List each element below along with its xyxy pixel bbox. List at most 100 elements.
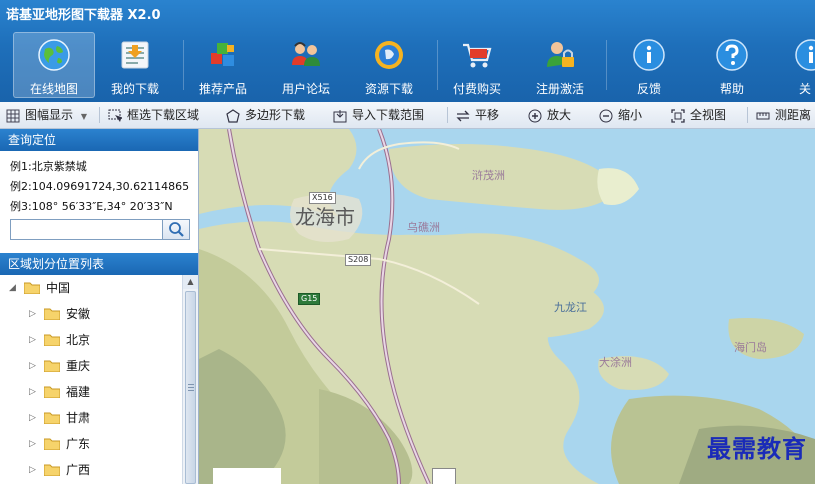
collapse-arrow-icon[interactable]: ▷ xyxy=(29,379,36,405)
nav-resources[interactable]: 资源下载 xyxy=(349,33,429,97)
nav-forum[interactable]: 用户论坛 xyxy=(266,33,346,97)
toolbar-separator xyxy=(747,107,748,123)
layer-display-dropdown[interactable]: 图幅显示 ▼ xyxy=(6,102,87,128)
toolbar-separator xyxy=(99,107,100,123)
map-place-label: 乌礁洲 xyxy=(407,221,440,234)
help-icon xyxy=(716,39,748,71)
polygon-download-button[interactable]: 多边形下载 xyxy=(226,102,305,128)
pan-button[interactable]: 平移 xyxy=(456,102,499,128)
road-shield: S208 xyxy=(345,254,372,266)
tree-node-label: 广西 xyxy=(66,463,91,477)
map-tile-icon xyxy=(432,468,456,484)
tree-node-label: 中国 xyxy=(46,281,71,295)
map-toolbar: 图幅显示 ▼ 框选下载区域 多边形下载 导入下载范围 平移 放大 缩小 全视图 … xyxy=(0,102,815,129)
region-list-header: 区域划分位置列表 xyxy=(0,253,198,275)
nav-label: 推荐产品 xyxy=(198,82,247,96)
tree-node[interactable]: ▷ 福建 xyxy=(0,379,182,405)
measure-label: 测距离 xyxy=(775,108,812,122)
tree-node[interactable]: ▷ 甘肃 xyxy=(0,405,182,431)
folder-icon xyxy=(44,386,60,398)
nav-online-map[interactable]: 在线地图 xyxy=(13,32,95,98)
collapse-arrow-icon[interactable]: ▷ xyxy=(29,301,36,327)
box-select-label: 框选下载区域 xyxy=(127,108,200,122)
folder-icon xyxy=(44,412,60,424)
tree-node-label: 甘肃 xyxy=(66,411,91,425)
nav-label: 关 xyxy=(799,82,812,96)
folder-icon xyxy=(44,438,60,450)
full-view-button[interactable]: 全视图 xyxy=(671,102,726,128)
nav-feedback[interactable]: 反馈 xyxy=(609,33,689,97)
nav-label: 注册激活 xyxy=(535,82,584,96)
ruler-icon xyxy=(756,112,770,119)
query-examples: 例1:北京紫禁城 例2:104.09691724,30.62114865 例3:… xyxy=(0,151,198,217)
grid-icon xyxy=(6,109,20,122)
tree-node-label: 重庆 xyxy=(66,359,91,373)
info-icon xyxy=(795,39,815,71)
map-water-label: 九龙江 xyxy=(554,301,587,314)
tree-node-root[interactable]: ◢ 中国 xyxy=(0,275,182,301)
road-shield: X516 xyxy=(309,192,336,204)
measure-distance-button[interactable]: 测距离 xyxy=(756,102,811,128)
folder-icon xyxy=(24,282,40,294)
tree-node[interactable]: ▷ 北京 xyxy=(0,327,182,353)
tree-node[interactable]: ▷ 重庆 xyxy=(0,353,182,379)
tree-node-label: 安徽 xyxy=(66,307,91,321)
nav-label: 反馈 xyxy=(636,82,661,96)
scroll-thumb[interactable] xyxy=(185,291,196,484)
search-input[interactable] xyxy=(11,220,167,237)
nav-purchase[interactable]: 付费购买 xyxy=(437,33,517,97)
tree-node[interactable]: ▷ 广西 xyxy=(0,457,182,483)
zoom-out-button[interactable]: 缩小 xyxy=(599,102,642,128)
collapse-arrow-icon[interactable]: ▷ xyxy=(29,327,36,353)
import-range-button[interactable]: 导入下载范围 xyxy=(333,102,424,128)
query-header: 查询定位 xyxy=(0,129,198,151)
pan-icon xyxy=(456,110,470,121)
collapse-arrow-icon[interactable]: ▷ xyxy=(29,353,36,379)
scroll-up-arrow-icon[interactable]: ▲ xyxy=(183,275,198,289)
nav-my-downloads[interactable]: 我的下载 xyxy=(95,33,175,97)
nav-close[interactable]: 关 xyxy=(775,33,815,97)
download-list-icon xyxy=(121,41,149,69)
zoom-out-label: 缩小 xyxy=(618,108,643,122)
query-example-1: 例1:北京紫禁城 xyxy=(10,160,87,173)
full-view-icon xyxy=(671,108,685,123)
map-place-label: 海门岛 xyxy=(734,341,767,354)
tree-scrollbar[interactable]: ▲ xyxy=(182,275,198,484)
blocks-icon xyxy=(211,43,234,66)
resource-download-icon xyxy=(375,41,403,69)
nav-label: 我的下载 xyxy=(110,82,159,96)
nav-label: 在线地图 xyxy=(29,82,78,96)
nav-recommended[interactable]: 推荐产品 xyxy=(183,33,263,97)
app-header: 诺基亚地形图下载器 X2.0 在线地图 我的下载 推荐产品 用户论坛 资源下载 … xyxy=(0,0,815,102)
zoom-in-button[interactable]: 放大 xyxy=(528,102,571,128)
query-example-2: 例2:104.09691724,30.62114865 xyxy=(10,180,190,193)
tree-node[interactable]: ▷ 安徽 xyxy=(0,301,182,327)
pan-label: 平移 xyxy=(475,108,500,122)
nav-label: 用户论坛 xyxy=(281,82,330,96)
zoom-in-icon xyxy=(528,109,542,122)
expand-arrow-icon[interactable]: ◢ xyxy=(9,275,16,301)
map-place-label: 浒茂洲 xyxy=(472,169,505,182)
tree-node-label: 福建 xyxy=(66,385,91,399)
nav-help[interactable]: 帮助 xyxy=(692,33,772,97)
box-select-button[interactable]: 框选下载区域 xyxy=(108,102,199,128)
folder-icon xyxy=(44,464,60,476)
globe-icon xyxy=(38,39,70,71)
toolbar-separator xyxy=(447,107,448,123)
search-button[interactable] xyxy=(162,220,189,239)
tree-node-label: 北京 xyxy=(66,333,91,347)
region-tree: ◢ 中国 ▷ 安徽 ▷ 北京 ▷ 重庆 ▷ 福建 ▷ 甘肃 ▷ 广东 ▷ 广西 xyxy=(0,275,182,484)
collapse-arrow-icon[interactable]: ▷ xyxy=(29,457,36,483)
collapse-arrow-icon[interactable]: ▷ xyxy=(29,405,36,431)
map-place-label: 大涂洲 xyxy=(599,356,632,369)
folder-icon xyxy=(44,334,60,346)
cart-icon xyxy=(463,43,492,68)
collapse-arrow-icon[interactable]: ▷ xyxy=(29,431,36,457)
query-example-3: 例3:108° 56′33″E,34° 20′33″N xyxy=(10,200,173,213)
tree-node[interactable]: ▷ 广东 xyxy=(0,431,182,457)
layer-display-label: 图幅显示 xyxy=(25,108,74,122)
nav-register[interactable]: 注册激活 xyxy=(520,33,600,97)
chevron-down-icon: ▼ xyxy=(80,112,87,121)
polygon-label: 多边形下载 xyxy=(245,108,306,122)
map-view[interactable]: 龙海市 浒茂洲 乌礁洲 九龙江 大涂洲 海门岛 X516 S208 G15 最需… xyxy=(199,129,815,484)
